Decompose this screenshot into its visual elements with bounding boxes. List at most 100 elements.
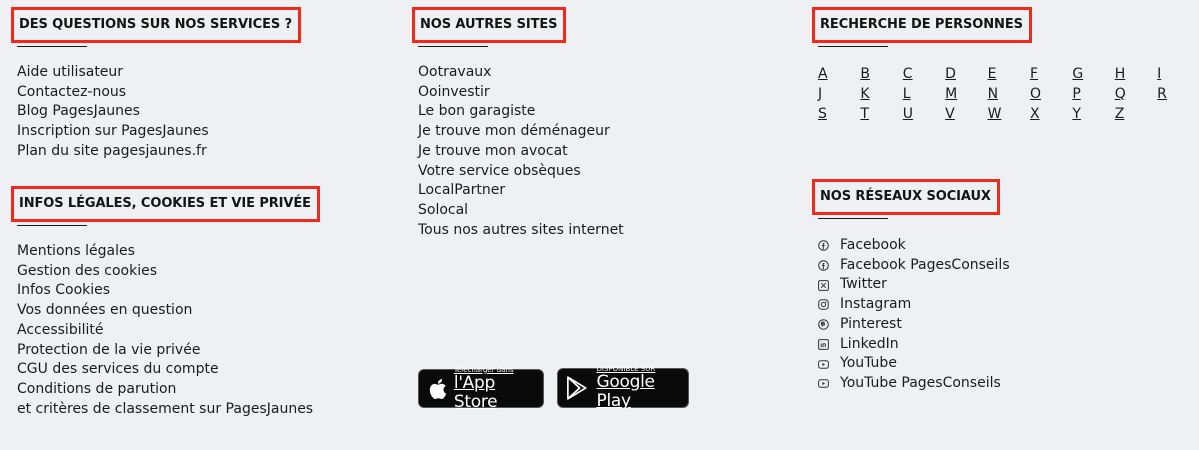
link-youtube-pagesconseils[interactable]: YouTube PagesConseils	[840, 374, 1001, 394]
section-heading-questions: DES QUESTIONS SUR NOS SERVICES ?	[11, 7, 302, 43]
other-sites-list: Ootravaux Ooinvestir Le bon garagiste Je…	[418, 63, 624, 240]
link-mentions-legales[interactable]: Mentions légales	[17, 243, 135, 259]
pinterest-icon	[818, 319, 829, 330]
letter-link-u[interactable]: U	[903, 104, 945, 124]
link-contactez-nous[interactable]: Contactez-nous	[17, 84, 126, 100]
letter-link-f[interactable]: F	[1030, 64, 1072, 84]
legal-links-list: Mentions légales Gestion des cookies Inf…	[17, 242, 313, 419]
heading-underline	[818, 46, 888, 47]
letter-row: ABCDEFGHI	[818, 64, 1199, 84]
link-inscription[interactable]: Inscription sur PagesJaunes	[17, 123, 209, 139]
youtube-icon	[818, 378, 829, 389]
apple-icon	[429, 378, 447, 399]
list-item: Plan du site pagesjaunes.fr	[17, 142, 209, 162]
linkedin-icon	[818, 338, 829, 350]
link-cgu[interactable]: CGU des services du compte	[17, 361, 219, 377]
list-item: YouTube PagesConseils	[818, 374, 1010, 394]
link-localpartner[interactable]: LocalPartner	[418, 182, 505, 198]
letter-link-y[interactable]: Y	[1072, 104, 1114, 124]
list-item: Accessibilité	[17, 321, 313, 341]
letter-link-k[interactable]: K	[860, 84, 902, 104]
app-store-button[interactable]: Télécharger dans l'App Store	[418, 366, 544, 411]
link-facebook-pagesconseils[interactable]: Facebook PagesConseils	[840, 256, 1010, 276]
list-item: Pinterest	[818, 315, 1010, 335]
link-gestion-cookies[interactable]: Gestion des cookies	[17, 263, 157, 279]
link-twitter[interactable]: Twitter	[840, 275, 887, 295]
list-item: LinkedIn	[818, 335, 1010, 355]
section-heading-reseaux-sociaux: NOS RÉSEAUX SOCIAUX	[812, 179, 1000, 215]
facebook-icon	[818, 240, 829, 252]
list-item: Contactez-nous	[17, 83, 209, 103]
link-accessibilite[interactable]: Accessibilité	[17, 322, 103, 338]
google-play-big-text: Google Play	[596, 372, 655, 411]
letter-link-i[interactable]: I	[1157, 64, 1199, 84]
link-infos-cookies[interactable]: Infos Cookies	[17, 282, 110, 298]
link-autres-sites[interactable]: Tous nos autres sites internet	[418, 222, 624, 238]
list-item: Infos Cookies	[17, 281, 313, 301]
letter-link-d[interactable]: D	[945, 64, 987, 84]
link-bon-garagiste[interactable]: Le bon garagiste	[418, 103, 535, 119]
link-solocal[interactable]: Solocal	[418, 202, 468, 218]
section-heading-infos-legales: INFOS LÉGALES, COOKIES ET VIE PRIVÉE	[11, 186, 320, 222]
letter-link-r[interactable]: R	[1157, 84, 1199, 104]
link-conditions-parution[interactable]: Conditions de parution	[17, 381, 176, 397]
list-item: et critères de classement sur PagesJaune…	[17, 400, 313, 420]
link-ootravaux[interactable]: Ootravaux	[418, 64, 491, 80]
section-heading-autres-sites: NOS AUTRES SITES	[412, 7, 567, 43]
letter-row: JKLMNOPQR	[818, 84, 1199, 104]
list-item: Conditions de parution	[17, 380, 313, 400]
link-plan-du-site[interactable]: Plan du site pagesjaunes.fr	[17, 143, 207, 159]
google-play-icon	[567, 376, 587, 400]
link-criteres-classement[interactable]: et critères de classement sur PagesJaune…	[17, 401, 313, 417]
letter-link-l[interactable]: L	[903, 84, 945, 104]
link-demenageur[interactable]: Je trouve mon déménageur	[418, 123, 610, 139]
heading-underline	[17, 46, 87, 47]
link-vos-donnees[interactable]: Vos données en question	[17, 302, 192, 318]
app-store-big-text: l'App Store	[453, 372, 498, 412]
list-item: CGU des services du compte	[17, 360, 313, 380]
letter-link-m[interactable]: M	[945, 84, 987, 104]
link-pinterest[interactable]: Pinterest	[840, 315, 902, 335]
link-linkedin[interactable]: LinkedIn	[840, 335, 899, 355]
youtube-icon	[818, 359, 829, 370]
list-item: Instagram	[818, 295, 1010, 315]
letter-link-t[interactable]: T	[860, 104, 902, 124]
list-item: LocalPartner	[418, 181, 624, 201]
letter-link-w[interactable]: W	[988, 104, 1030, 124]
link-avocat[interactable]: Je trouve mon avocat	[418, 143, 568, 159]
list-item: Solocal	[418, 201, 624, 221]
link-aide-utilisateur[interactable]: Aide utilisateur	[17, 64, 123, 80]
link-blog-pagesjaunes[interactable]: Blog PagesJaunes	[17, 103, 140, 119]
link-ooinvestir[interactable]: Ooinvestir	[418, 84, 490, 100]
link-instagram[interactable]: Instagram	[840, 295, 911, 315]
facebook-icon	[818, 260, 829, 271]
letter-link-o[interactable]: O	[1030, 84, 1072, 104]
letter-link-j[interactable]: J	[818, 84, 860, 104]
link-youtube[interactable]: YouTube	[840, 354, 897, 374]
letter-link-b[interactable]: B	[860, 64, 902, 84]
letter-link-a[interactable]: A	[818, 64, 860, 84]
list-item: Aide utilisateur	[17, 63, 209, 83]
social-links-list: Facebook Facebook PagesConseils Twitter …	[818, 236, 1010, 394]
link-vie-privee[interactable]: Protection de la vie privée	[17, 342, 200, 358]
list-item: Ootravaux	[418, 63, 624, 83]
link-facebook[interactable]: Facebook	[840, 236, 906, 256]
letter-link-n[interactable]: N	[988, 84, 1030, 104]
letter-link-s[interactable]: S	[818, 104, 860, 124]
letter-link-p[interactable]: P	[1072, 84, 1114, 104]
letter-link-q[interactable]: Q	[1115, 84, 1157, 104]
google-play-button[interactable]: DISPONIBLE SUR Google Play	[557, 365, 689, 411]
letter-link-c[interactable]: C	[903, 64, 945, 84]
services-links-list: Aide utilisateur Contactez-nous Blog Pag…	[17, 63, 209, 162]
letter-link-v[interactable]: V	[945, 104, 987, 124]
list-item: Je trouve mon déménageur	[418, 122, 624, 142]
letter-link-g[interactable]: G	[1072, 64, 1114, 84]
letter-link-h[interactable]: H	[1115, 64, 1157, 84]
alphabet-index: ABCDEFGHIJKLMNOPQRSTUVWXYZ	[818, 64, 1199, 124]
letter-link-z[interactable]: Z	[1115, 104, 1157, 124]
letter-link-x[interactable]: X	[1030, 104, 1072, 124]
link-obseques[interactable]: Votre service obsèques	[418, 163, 581, 179]
x-twitter-icon	[818, 279, 829, 291]
letter-link-e[interactable]: E	[988, 64, 1030, 84]
heading-underline	[17, 225, 87, 226]
